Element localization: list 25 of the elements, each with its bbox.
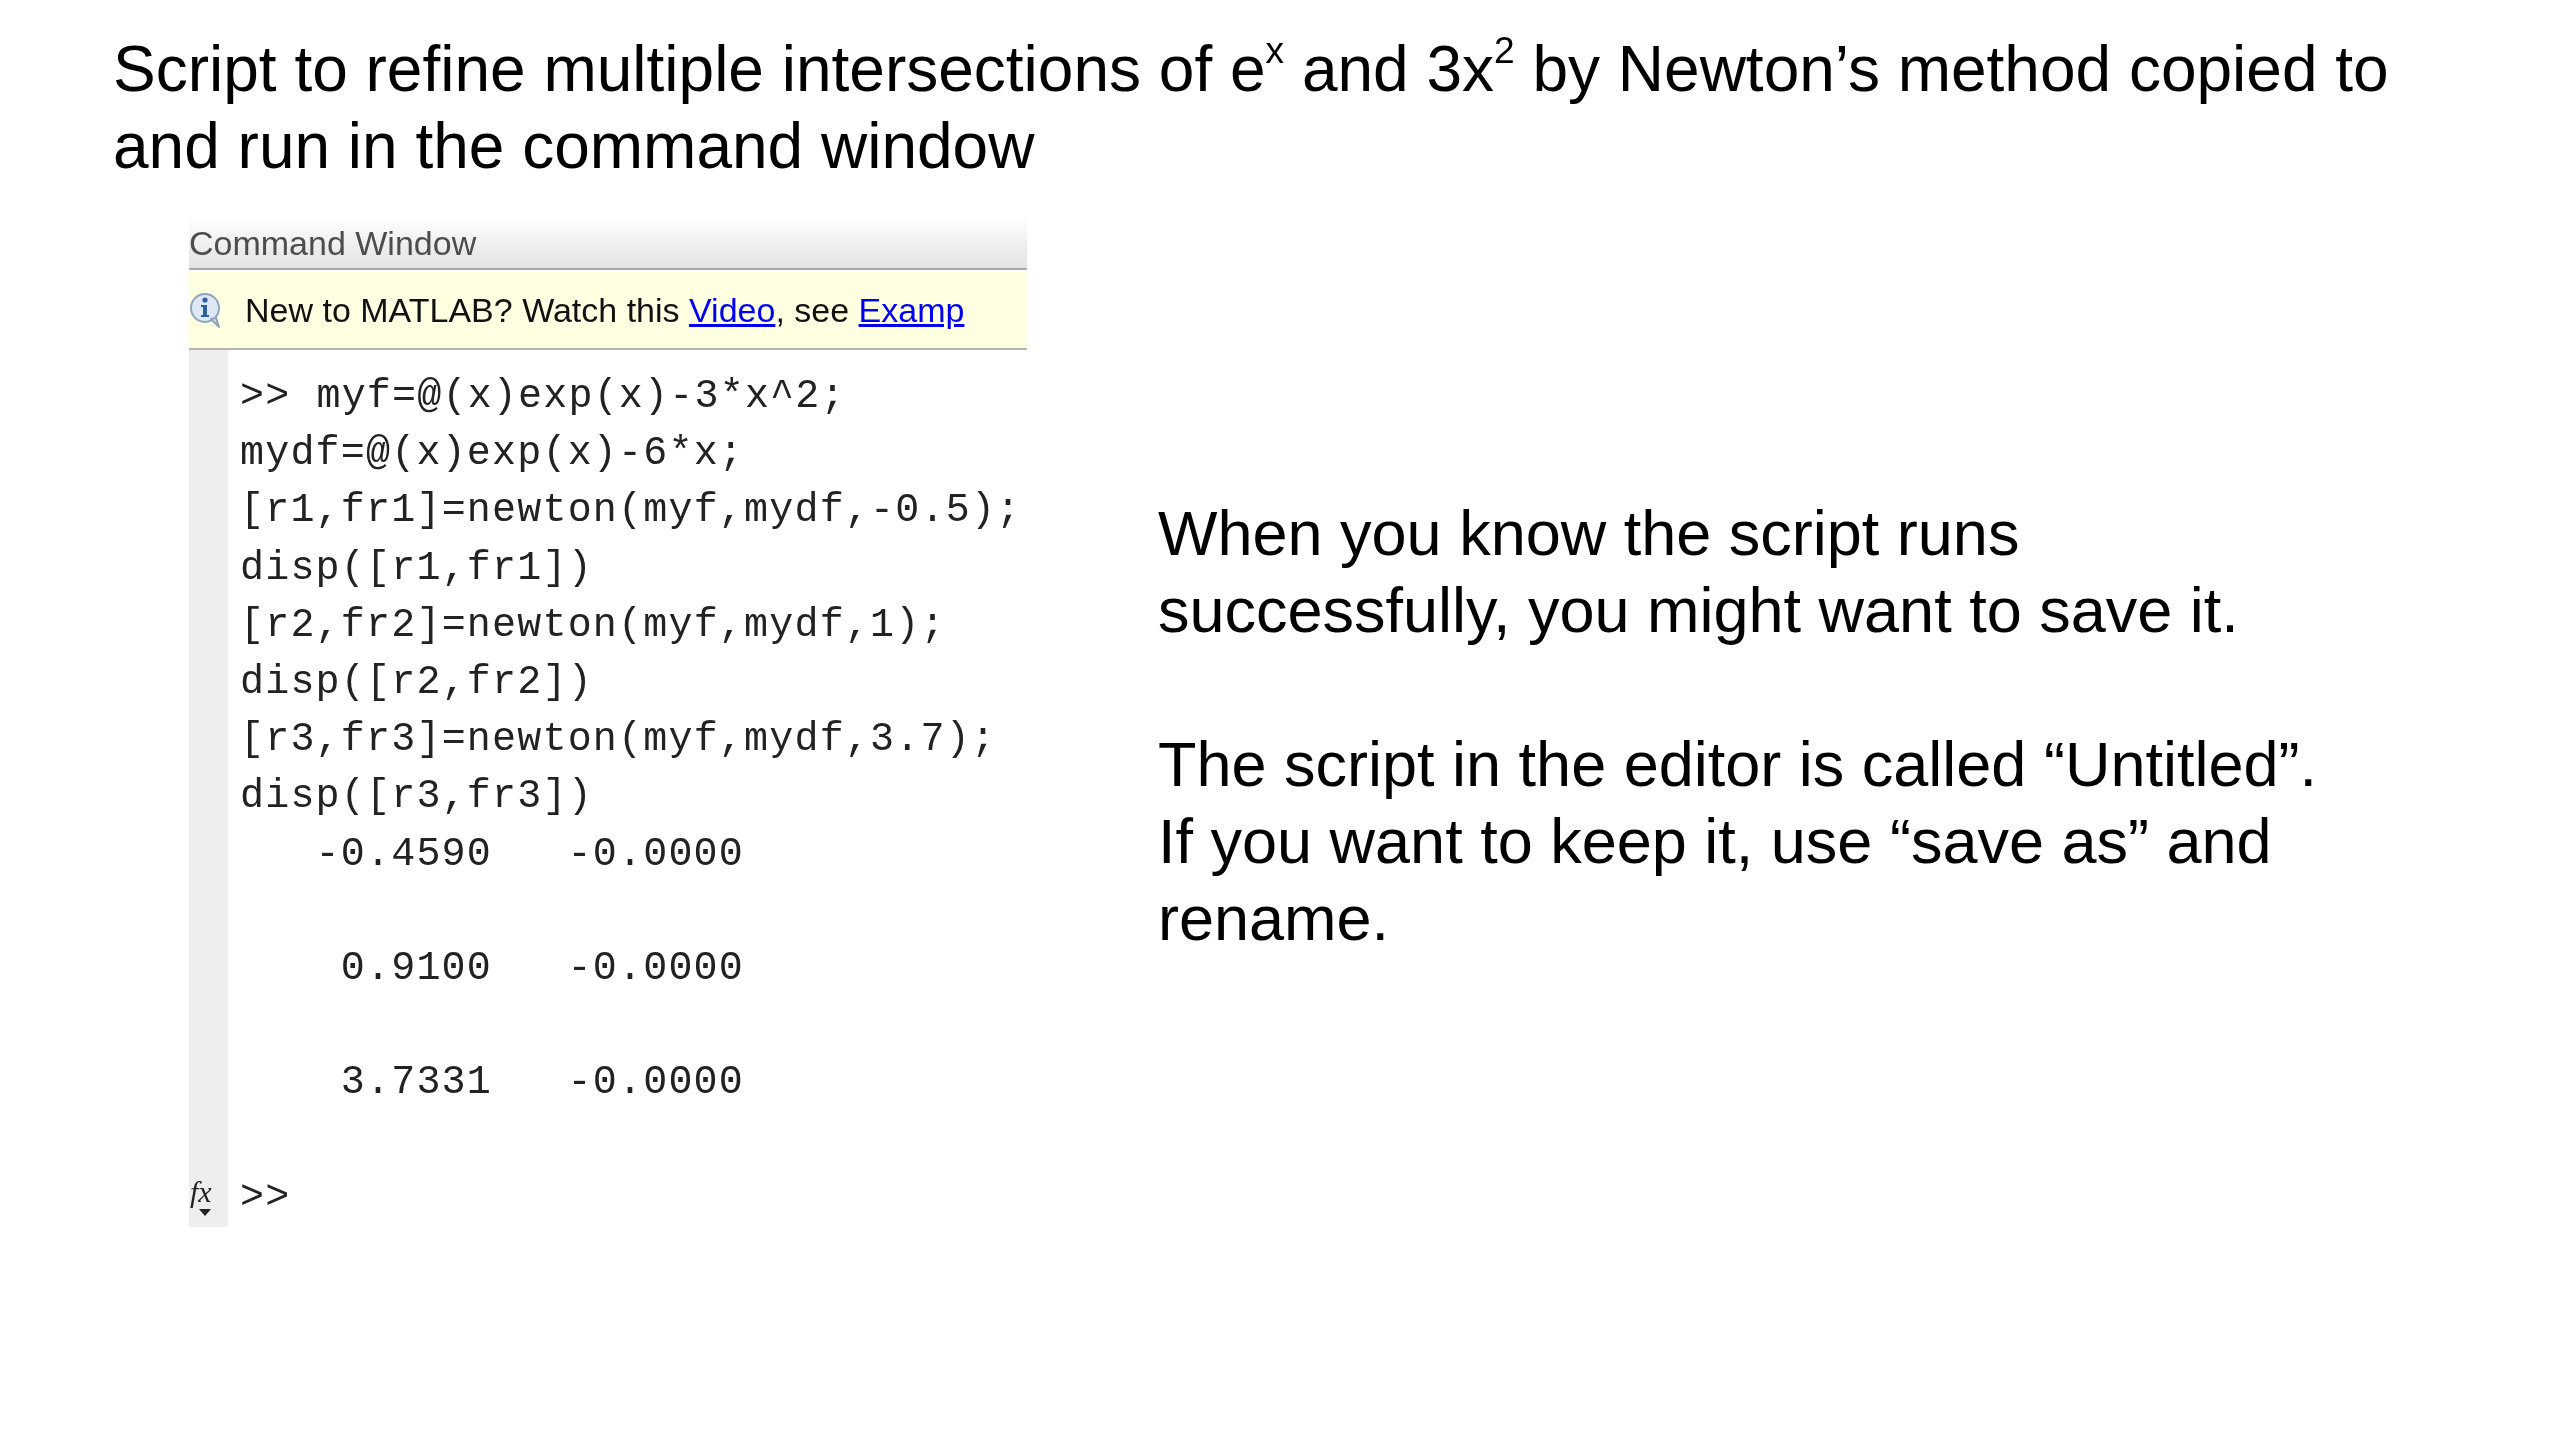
code-line: disp([r2,fr2]) (240, 658, 593, 707)
code-line: disp([r1,fr1]) (240, 544, 593, 593)
caret-icon (199, 1209, 211, 1216)
output-value: -0.0000 (567, 944, 744, 993)
output-value: -0.0000 (567, 830, 744, 879)
code-line: myf=@(x)exp(x)-3*x^2; (316, 373, 846, 421)
slide-title: Script to refine multiple intersections of e$^{x}$ and 3x$^{2}$ by Newton’s method copied to and run in the command window (113, 31, 2390, 184)
command-prompt: >> (240, 373, 291, 421)
info-link[interactable]: Video (689, 291, 776, 329)
code-line: mydf=@(x)exp(x)-6*x; (240, 430, 745, 479)
note-paragraph: When you know the script runs successfully, you might want to save it. (1158, 497, 2240, 647)
code-line: [r1,fr1]=newton(myf,mydf,-0.5); (240, 487, 1022, 536)
note-paragraph: The script in the editor is called “Untitled”. If you want to keep it, use “save as” and rename. (1158, 728, 2318, 955)
output-value: 3.7331 (340, 1059, 492, 1108)
command-prompt: >> (240, 1173, 291, 1222)
output-value: 0.9100 (340, 944, 492, 993)
output-value: -0.0000 (567, 1059, 744, 1108)
code-line: [r3,fr3]=newton(myf,mydf,3.7); (240, 716, 997, 765)
command-window-title: Command Window (189, 222, 477, 263)
output-value: -0.4590 (315, 830, 492, 879)
info-message: New to MATLAB? Watch this Video, see Examp (245, 290, 965, 330)
info-link[interactable]: Examp (858, 291, 965, 329)
function-browser-button[interactable]: fx (189, 1177, 228, 1227)
code-line: [r2,fr2]=newton(myf,mydf,1); (240, 601, 946, 650)
code-line: disp([r3,fr3]) (240, 773, 593, 822)
